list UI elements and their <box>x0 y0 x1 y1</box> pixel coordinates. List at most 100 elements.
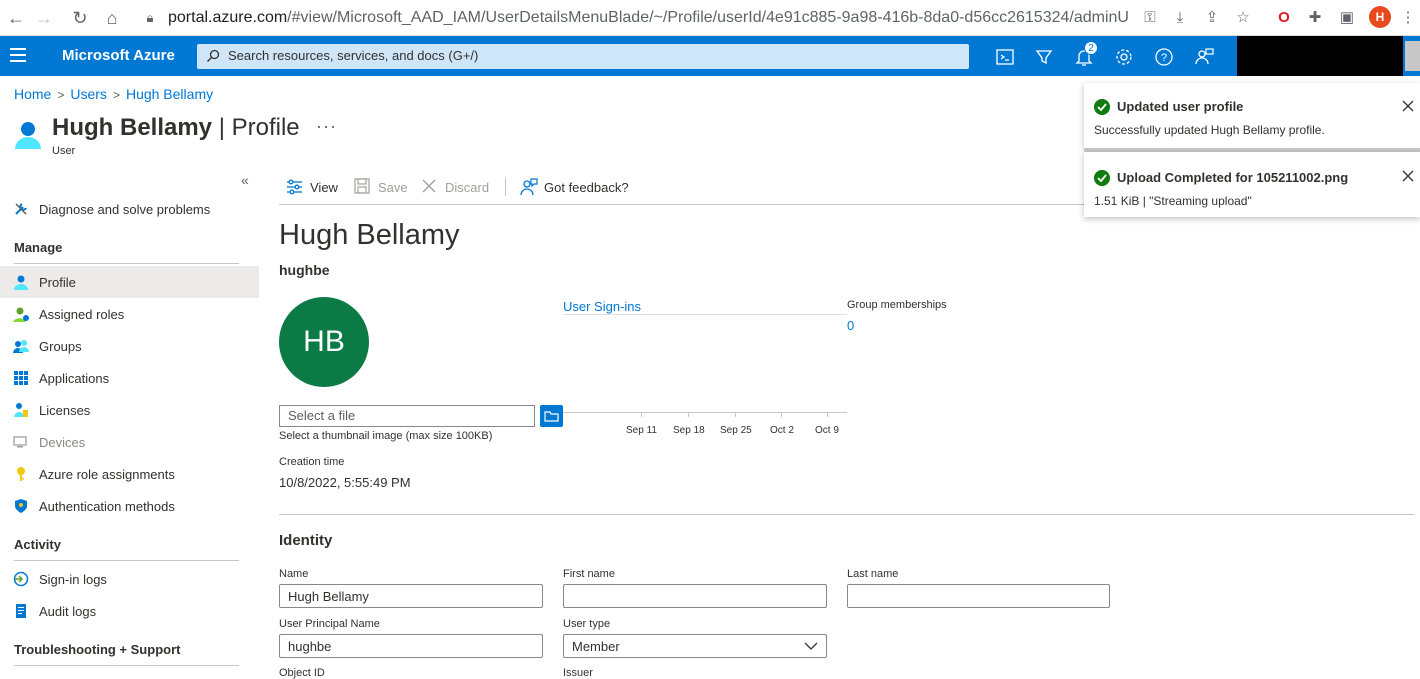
breadcrumb-users[interactable]: Users <box>70 86 107 102</box>
bookmark-star-icon[interactable]: ☆ <box>1233 8 1253 28</box>
settings-gear-icon[interactable] <box>1113 46 1135 68</box>
chart-tick-label: Sep 18 <box>673 425 705 436</box>
toolbar-divider <box>505 178 506 196</box>
account-menu[interactable] <box>1237 36 1403 76</box>
sidebar-item-azure-role-assignments[interactable]: Azure role assignments <box>0 458 259 490</box>
name-field[interactable]: Hugh Bellamy <box>279 584 543 608</box>
toast-notification[interactable]: Upload Completed for 105211002.png 1.51 … <box>1084 152 1420 217</box>
identity-heading: Identity <box>279 532 333 549</box>
save-button-label: Save <box>378 180 408 195</box>
license-icon <box>14 403 28 417</box>
extensions-icon[interactable]: ✚ <box>1305 8 1325 28</box>
account-avatar[interactable] <box>1405 41 1420 71</box>
success-check-icon <box>1094 170 1110 186</box>
page-title: Hugh Bellamy | Profile <box>52 114 300 142</box>
close-icon[interactable] <box>1400 168 1416 184</box>
sidebar-item-groups[interactable]: Groups <box>0 330 259 362</box>
user-type-label: User type <box>563 618 611 630</box>
devices-icon <box>13 436 27 448</box>
sidebar-item-label: Groups <box>39 339 82 354</box>
user-display-name: Hugh Bellamy <box>279 219 460 251</box>
discard-button-label: Discard <box>445 180 490 195</box>
chevron-right-icon: > <box>57 88 65 102</box>
applications-grid-icon <box>14 371 28 385</box>
chevron-right-icon: > <box>112 88 120 102</box>
lock-icon[interactable]: 🔒︎ <box>140 8 160 28</box>
sidepanel-icon[interactable]: ▣ <box>1337 8 1357 28</box>
sidebar-item-label: Assigned roles <box>39 307 125 322</box>
audit-log-icon <box>16 604 26 618</box>
chart-tick-mark <box>827 412 828 417</box>
toast-notification[interactable]: Updated user profile Successfully update… <box>1084 83 1420 148</box>
reload-icon[interactable]: ↻ <box>70 8 90 28</box>
chart-tick-label: Sep 25 <box>720 425 752 436</box>
sidebar-heading-manage: Manage <box>14 240 63 255</box>
directory-filter-icon[interactable] <box>1033 46 1055 68</box>
first-name-field[interactable] <box>563 584 827 608</box>
sidebar-item-audit-logs[interactable]: Audit logs <box>0 595 259 627</box>
sidebar-item-label: Sign-in logs <box>39 572 107 587</box>
sidebar-item-licenses[interactable]: Licenses <box>0 394 259 426</box>
sidebar-item-sign-in-logs[interactable]: Sign-in logs <box>0 563 259 595</box>
creation-time-value: 10/8/2022, 5:55:49 PM <box>279 475 411 490</box>
more-actions-icon[interactable]: ··· <box>316 116 337 137</box>
browser-chrome: ← → ↻ ⌂ 🔒︎ portal.azure.com/#view/Micros… <box>0 0 1420 36</box>
sidebar-divider <box>14 560 239 561</box>
view-button-label: View <box>310 180 338 195</box>
global-search-input[interactable]: Search resources, services, and docs (G+… <box>197 44 969 69</box>
browse-file-button[interactable] <box>540 405 563 427</box>
opera-icon[interactable]: O <box>1274 8 1294 28</box>
url-path: /#view/Microsoft_AAD_IAM/UserDetailsMenu… <box>287 9 1130 26</box>
sidebar-item-diagnose[interactable]: Diagnose and solve problems <box>0 193 259 225</box>
shield-icon <box>15 499 27 513</box>
user-type-select[interactable]: Member <box>563 634 827 658</box>
toast-title: Updated user profile <box>1117 99 1244 114</box>
close-icon[interactable] <box>1400 98 1416 114</box>
azure-brand[interactable]: Microsoft Azure <box>62 47 175 64</box>
thumbnail-file-input[interactable]: Select a file <box>279 405 535 427</box>
browser-profile-avatar[interactable]: H <box>1369 6 1391 28</box>
address-bar[interactable]: portal.azure.com/#view/Microsoft_AAD_IAM… <box>168 7 1130 29</box>
browser-menu-icon[interactable]: ⋮ <box>1398 8 1418 28</box>
user-role-icon <box>13 307 29 322</box>
last-name-label: Last name <box>847 568 899 580</box>
upn-field[interactable]: hughbe <box>279 634 543 658</box>
chart-tick-mark <box>688 412 689 417</box>
chart-tick-mark <box>781 412 782 417</box>
user-sign-ins-link[interactable]: User Sign-ins <box>563 299 641 314</box>
breadcrumb-current[interactable]: Hugh Bellamy <box>126 86 213 102</box>
home-icon[interactable]: ⌂ <box>102 8 122 28</box>
group-memberships-count[interactable]: 0 <box>847 318 854 333</box>
sidebar-item-profile[interactable]: Profile <box>0 266 259 298</box>
svg-text:?: ? <box>1161 52 1167 64</box>
breadcrumb-home[interactable]: Home <box>14 86 51 102</box>
install-icon[interactable]: ⤓ <box>1170 8 1190 28</box>
collapse-sidebar-icon[interactable]: « <box>241 172 249 188</box>
last-name-field[interactable] <box>847 584 1110 608</box>
sidebar-item-label: Applications <box>39 371 110 386</box>
creation-time-label: Creation time <box>279 456 345 468</box>
key-icon[interactable]: ⚿ <box>1140 8 1160 28</box>
share-icon[interactable]: ⇪ <box>1202 8 1222 28</box>
issuer-label: Issuer <box>563 667 593 679</box>
help-icon[interactable]: ? <box>1153 46 1175 68</box>
chart-tick-label: Oct 2 <box>770 425 794 436</box>
sidebar-heading-activity: Activity <box>14 537 61 552</box>
wrench-icon <box>15 203 27 215</box>
feedback-icon[interactable] <box>1193 46 1215 68</box>
chart-tick-mark <box>735 412 736 417</box>
sidebar-item-devices[interactable]: Devices <box>0 426 259 458</box>
sidebar-item-label: Authentication methods <box>39 499 175 514</box>
forward-icon[interactable]: → <box>34 8 54 28</box>
sidebar-item-assigned-roles[interactable]: Assigned roles <box>0 298 259 330</box>
portal-menu-icon[interactable] <box>10 48 26 62</box>
cloud-shell-icon[interactable] <box>994 46 1016 68</box>
sidebar-item-authentication-methods[interactable]: Authentication methods <box>0 490 259 522</box>
sidebar-item-label: Azure role assignments <box>39 467 175 482</box>
upn-label: User Principal Name <box>279 618 380 630</box>
back-icon[interactable]: ← <box>6 8 26 28</box>
sidebar-item-label: Diagnose and solve problems <box>39 202 211 217</box>
close-icon <box>422 179 436 193</box>
sidebar-item-applications[interactable]: Applications <box>0 362 259 394</box>
group-memberships-label: Group memberships <box>847 299 947 311</box>
